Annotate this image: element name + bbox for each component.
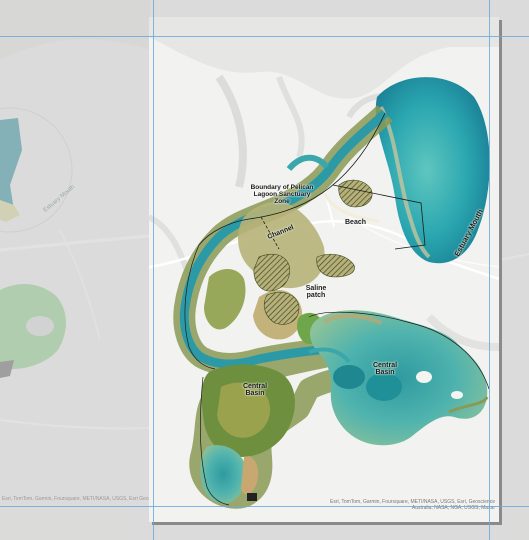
label-central-basin-west: Central Basin <box>242 383 268 398</box>
guide-vertical-right[interactable] <box>489 0 490 540</box>
guide-horizontal-top[interactable] <box>0 36 529 37</box>
map-frame[interactable]: Boundary of Pelican Lagoon Sanctuary Zon… <box>149 17 499 522</box>
map-view <box>149 17 499 522</box>
label-boundary: Boundary of Pelican Lagoon Sanctuary Zon… <box>250 184 314 205</box>
map-attribution: Esri, TomTom, Garmin, Foursquare, METI/N… <box>330 498 495 511</box>
guide-vertical-left[interactable] <box>153 0 154 540</box>
guide-horizontal-bottom[interactable] <box>0 506 529 507</box>
label-central-basin-east: Central Basin <box>372 362 398 377</box>
label-beach: Beach <box>345 219 367 226</box>
layout-page[interactable]: Boundary of Pelican Lagoon Sanctuary Zon… <box>149 17 499 522</box>
label-saline-patch: Saline patch <box>305 285 327 300</box>
